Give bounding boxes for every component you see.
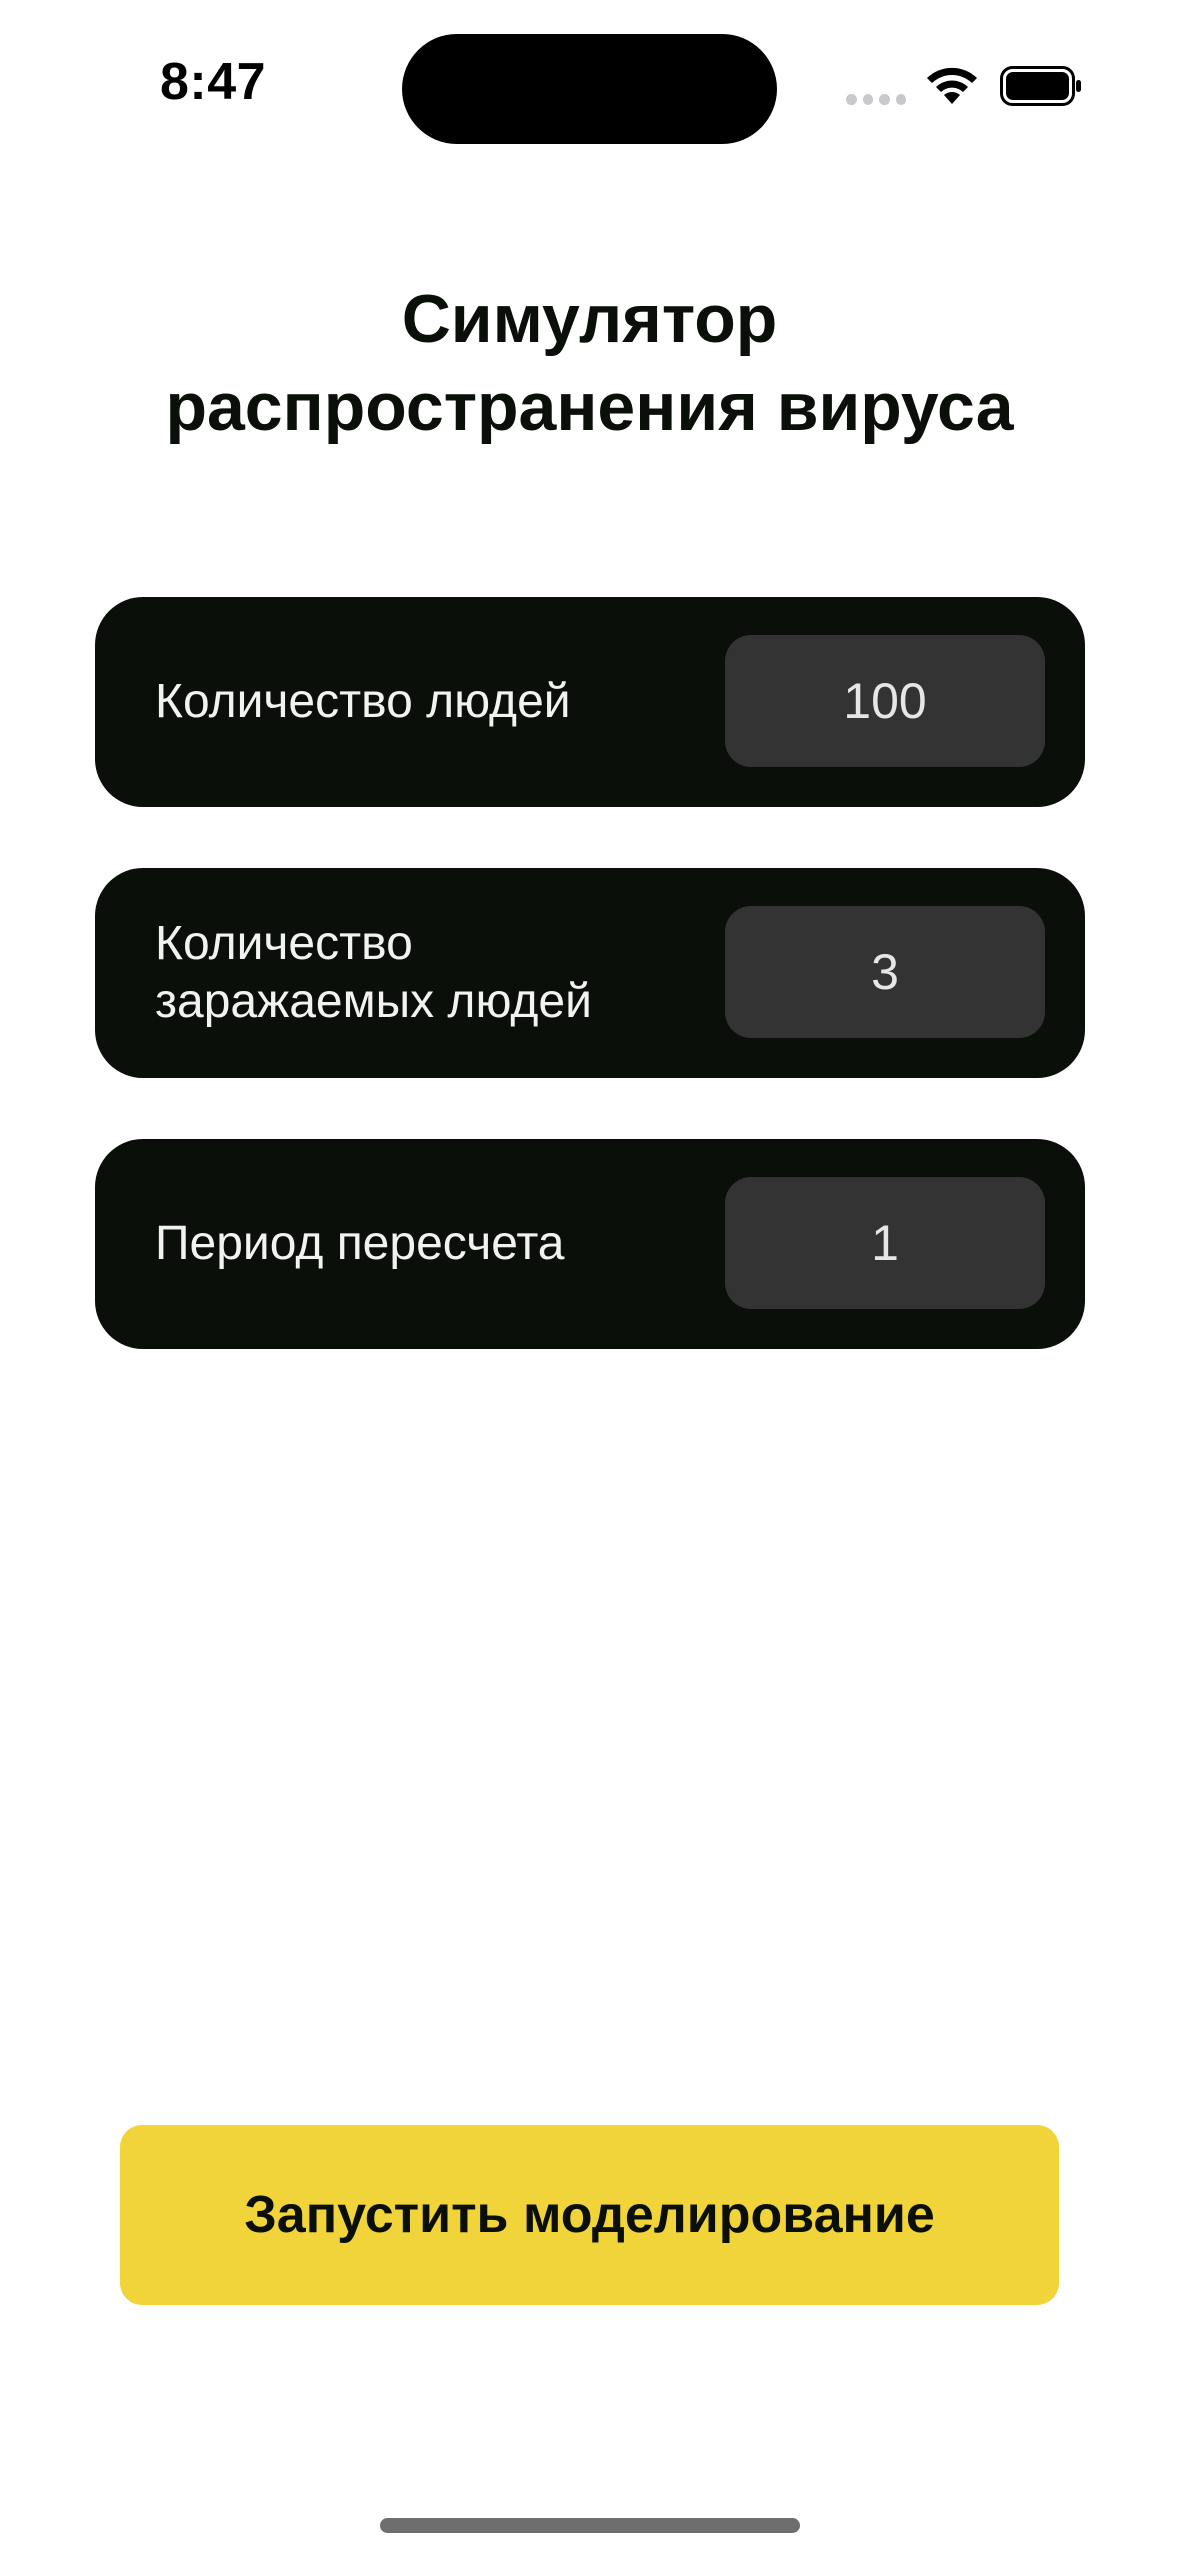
battery-full-icon bbox=[1000, 66, 1081, 106]
recalc-period-input[interactable] bbox=[725, 1177, 1045, 1309]
people-count-input[interactable] bbox=[725, 635, 1045, 767]
page-title-line1: Симулятор bbox=[401, 281, 778, 357]
infected-count-input[interactable] bbox=[725, 906, 1045, 1038]
start-simulation-button[interactable]: Запустить моделирование bbox=[120, 2125, 1059, 2305]
param-card-people-count: Количество людей bbox=[95, 597, 1085, 807]
home-indicator[interactable] bbox=[380, 2518, 800, 2533]
page-title: Симулятор распространения вируса bbox=[0, 275, 1179, 451]
dynamic-island bbox=[402, 34, 777, 144]
cellular-signal-icon bbox=[846, 94, 906, 108]
status-time: 8:47 bbox=[160, 53, 267, 111]
param-label-recalc-period: Период пересчета bbox=[155, 1217, 565, 1270]
status-bar: 8:47 bbox=[0, 0, 1179, 150]
wifi-icon bbox=[927, 67, 977, 104]
param-card-recalc-period: Период пересчета bbox=[95, 1139, 1085, 1349]
param-card-infected-count: Количество заражаемых людей bbox=[95, 868, 1085, 1078]
page-title-line2: распространения вируса bbox=[165, 369, 1014, 445]
param-label-infected-count: Количество заражаемых людей bbox=[155, 917, 592, 1028]
param-label-people-count: Количество людей bbox=[155, 675, 571, 728]
